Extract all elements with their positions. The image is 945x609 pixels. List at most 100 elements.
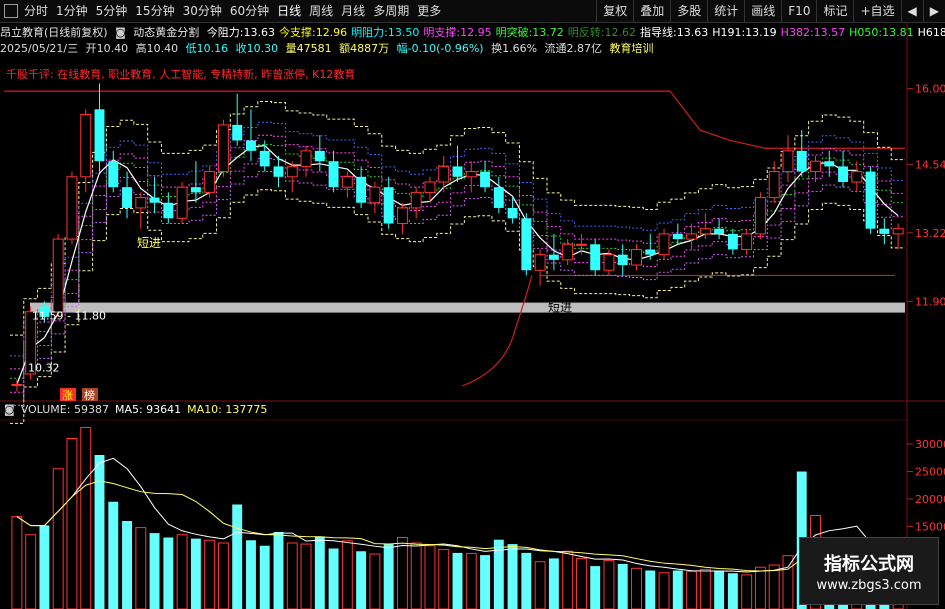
- candle-body: [190, 187, 201, 193]
- volume-bar: [396, 537, 408, 609]
- candle-body: [879, 228, 890, 234]
- candle-body: [217, 124, 229, 173]
- candle-body: [135, 197, 147, 209]
- volume-bar: [163, 537, 174, 609]
- candle-body: [108, 161, 119, 188]
- candle-body: [80, 114, 92, 178]
- watermark-logo: 指标公式网 www.zbgs3.com: [799, 537, 939, 605]
- volume-bar: [341, 540, 353, 609]
- volume-bar: [383, 544, 394, 609]
- checkbox-icon[interactable]: ◙: [4, 403, 15, 416]
- volume-legend-item: MA10: 137775: [187, 403, 268, 416]
- volume-tick-label: 15000: [915, 521, 945, 534]
- volume-bar: [699, 568, 711, 609]
- candle-body: [617, 254, 628, 266]
- volume-legend: ◙ VOLUME: 59387 MA5: 93641 MA10: 137775: [4, 403, 273, 416]
- volume-bar: [273, 532, 284, 609]
- candle-body: [452, 166, 463, 177]
- volume-bar: [590, 566, 601, 609]
- candle-body: [631, 248, 642, 266]
- volume-bar: [452, 552, 463, 609]
- price-tick-label: 14.54: [915, 158, 945, 171]
- volume-bar: [410, 542, 422, 609]
- candle-body: [328, 161, 339, 188]
- short-entry-band-label: 短进: [548, 301, 572, 315]
- candle-body: [410, 191, 422, 209]
- candle-body: [94, 109, 105, 162]
- candle-body: [438, 165, 450, 183]
- volume-bar: [741, 574, 753, 609]
- candle-body: [163, 202, 174, 219]
- volume-bar: [286, 542, 298, 609]
- volume-bar: [768, 564, 780, 609]
- candle-body: [52, 238, 64, 313]
- trend-arc: [461, 275, 533, 387]
- candle-body: [122, 187, 132, 208]
- volume-bar: [356, 551, 367, 609]
- candle-body: [575, 243, 587, 246]
- candle-body: [645, 249, 656, 255]
- candle-body: [369, 186, 381, 204]
- candle-body: [66, 176, 78, 240]
- candle-body: [383, 187, 394, 224]
- candle-body: [699, 228, 711, 235]
- candle-body: [396, 207, 408, 225]
- volume-bar: [714, 571, 725, 609]
- candle-body: [149, 197, 160, 203]
- short-entry-band: [30, 302, 905, 313]
- volume-bar: [575, 557, 587, 609]
- candle-body: [286, 165, 298, 178]
- candle-body: [314, 150, 325, 162]
- candle-body: [548, 254, 559, 260]
- volume-bar: [603, 560, 615, 609]
- volume-bar: [135, 527, 147, 609]
- volume-bar: [39, 525, 50, 609]
- volume-bar: [259, 545, 270, 609]
- volume-bar: [80, 427, 92, 609]
- volume-bar: [149, 533, 160, 609]
- candle-body: [356, 176, 367, 203]
- volume-bar: [672, 570, 683, 609]
- candle-body: [851, 171, 863, 183]
- candle-body: [176, 186, 188, 219]
- volume-bar: [645, 570, 656, 609]
- candle-body: [232, 124, 243, 141]
- volume-bar: [204, 539, 216, 609]
- candle-body: [480, 171, 490, 188]
- volume-bar: [548, 558, 559, 609]
- volume-legend-item: VOLUME: 59387: [20, 403, 109, 416]
- volume-bar: [122, 521, 132, 609]
- volume-bar: [507, 544, 518, 609]
- candle-body: [686, 233, 698, 240]
- candle-body: [424, 181, 436, 193]
- candle-body: [534, 254, 546, 271]
- volume-tick-label: 25000: [915, 466, 945, 479]
- candle-body: [521, 218, 532, 271]
- volume-bar: [438, 549, 450, 609]
- volume-bar: [686, 571, 698, 609]
- candle-body: [810, 160, 821, 173]
- price-tick-label: 13.22: [915, 227, 945, 240]
- volume-bar: [232, 504, 243, 609]
- volume-bar: [631, 567, 642, 609]
- upper-channel: [10, 101, 905, 336]
- candle-body: [838, 166, 848, 182]
- candle-body: [590, 244, 601, 271]
- ranking-tag: 榜: [84, 388, 95, 402]
- volume-bar: [190, 538, 201, 609]
- volume-bar: [25, 534, 37, 609]
- candle-body: [11, 383, 23, 386]
- volume-legend-item: MA5: 93641: [114, 403, 182, 416]
- volume-bar: [534, 561, 546, 609]
- volume-bar: [562, 550, 574, 609]
- volume-bar: [480, 555, 490, 609]
- kline-chart[interactable]: 16.00 14.54 13.22 11.90 11.59 - 11.80 10.32 短进…: [0, 0, 945, 609]
- volume-bar: [424, 545, 436, 609]
- candle-body: [507, 207, 518, 219]
- volume-bar: [52, 468, 64, 609]
- volume-bar: [217, 542, 229, 609]
- volume-bar: [328, 548, 339, 609]
- volume-bar: [11, 516, 23, 609]
- price-range-label: 11.59 - 11.80: [32, 310, 106, 323]
- price-tick-label: 16.00: [915, 83, 945, 96]
